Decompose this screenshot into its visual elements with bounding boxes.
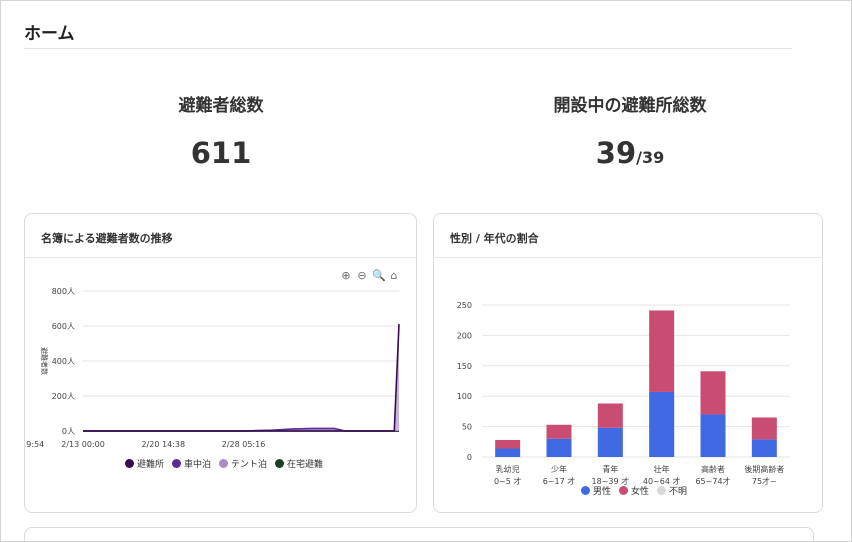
x-tick-label: 乳幼児: [496, 464, 520, 474]
evacuee-total-label: 避難者総数: [178, 96, 264, 116]
bar-女性: [700, 371, 726, 415]
shelter-open-count: 39: [595, 136, 637, 170]
x-tick-label: 高齢者: [701, 464, 725, 474]
x-tick-label: 少年: [551, 464, 567, 474]
gender-age-chart: 050100150200250乳幼児0~5 才少年6~17 才青年18~39 才…: [457, 301, 790, 486]
app-frame: ホーム 避難者総数 611 開設中の避難所総数 39/39 名簿による避難者数の…: [0, 0, 852, 542]
x-tick-label: 2/20 14:38: [141, 440, 185, 449]
x-tick-label: 3/7 19:54: [25, 440, 44, 449]
legend-label: 在宅避難: [287, 460, 324, 470]
gender-age-legend: 男性 女性 不明: [581, 484, 687, 497]
shelter-total-value: 39/39: [465, 136, 795, 170]
legend-item[interactable]: 不明: [657, 484, 687, 497]
gender-age-title: 性別 / 年代の割合: [434, 214, 822, 258]
bar-女性: [546, 424, 572, 439]
y-tick-label: 200: [457, 331, 472, 340]
x-tick-label: 0~5 才: [494, 476, 521, 486]
y-tick-label: 200人: [52, 392, 75, 401]
x-tick-label: 2/13 00:00: [61, 440, 105, 449]
legend-dot: [657, 486, 667, 495]
bar-女性: [495, 439, 521, 449]
x-tick-label: 青年: [602, 464, 618, 474]
y-tick-label: 0人: [62, 427, 75, 436]
y-tick-label: 250: [457, 301, 472, 310]
legend-label: テント泊: [231, 460, 268, 470]
shelter-total-label: 開設中の避難所総数: [553, 96, 707, 116]
evacuee-total-stat: 避難者総数 611: [56, 91, 386, 170]
x-tick-label: 75才~: [752, 476, 777, 486]
y-tick-label: 800人: [52, 287, 75, 296]
legend-item[interactable]: 避難所: [125, 457, 164, 470]
bar-女性: [751, 417, 777, 440]
legend-label: 避難所: [137, 460, 165, 470]
shelter-total-stat: 開設中の避難所総数 39/39: [465, 91, 795, 170]
legend-dot: [619, 486, 629, 495]
x-tick-label: 2/28 05:16: [222, 440, 266, 449]
legend-item[interactable]: 車中泊: [172, 457, 211, 470]
legend-dot: [275, 459, 285, 468]
legend-item[interactable]: 男性: [581, 484, 611, 497]
y-tick-label: 50: [462, 423, 472, 432]
y-tick-label: 600人: [52, 322, 75, 331]
legend-label: 女性: [631, 487, 650, 497]
bar-男性: [751, 439, 777, 457]
x-tick-label: 後期高齢者: [744, 464, 784, 474]
y-tick-label: 0: [467, 453, 472, 462]
legend-dot: [125, 459, 134, 468]
next-card: [24, 527, 814, 541]
legend-item[interactable]: テント泊: [219, 457, 267, 470]
bar-男性: [546, 438, 572, 457]
evacuee-trend-chart: 0人 200人 400人 600人 800人避難者数 2/13 00:00 2/20 14:…: [25, 287, 400, 449]
bar-男性: [597, 427, 623, 457]
page-title: ホーム: [24, 24, 75, 44]
bar-女性: [649, 310, 675, 392]
legend-label: 不明: [669, 487, 688, 497]
evacuee-trend-legend: 避難所 車中泊 テント泊 在宅避難: [125, 457, 323, 470]
legend-item[interactable]: 在宅避難: [275, 457, 323, 470]
bar-女性: [597, 403, 623, 428]
y-tick-label: 100: [457, 392, 472, 401]
legend-label: 男性: [593, 487, 612, 497]
legend-dot: [172, 459, 182, 468]
legend-label: 車中泊: [184, 460, 212, 470]
title-divider: [24, 48, 792, 49]
gender-age-card: 性別 / 年代の割合 0 50 100 150 200 250 乳幼児 0~5 才 少年 6~17…: [433, 213, 823, 513]
evacuee-total-value: 611: [190, 136, 252, 170]
y-tick-label: 400人: [52, 357, 75, 366]
x-tick-label: 6~17 才: [543, 476, 576, 486]
x-tick-label: 65~74才: [695, 476, 730, 486]
legend-item[interactable]: 女性: [619, 484, 649, 497]
x-tick-label: 壮年: [654, 464, 670, 474]
evacuee-trend-title: 名簿による避難者数の推移: [25, 214, 416, 258]
evacuee-trend-card: 名簿による避難者数の推移 ⊕ ⊖ 🔍 ⌂ 0人 200人 400人 600人 800人 避難者数…: [24, 213, 417, 513]
y-axis-label: 避難者数: [40, 347, 49, 375]
shelter-total-count: /39: [636, 148, 665, 167]
series-area-避難所: [83, 324, 399, 431]
legend-dot: [219, 459, 229, 468]
y-tick-label: 150: [457, 362, 472, 371]
bar-男性: [495, 448, 521, 457]
bar-男性: [700, 414, 726, 457]
series-line-避難所: [83, 324, 400, 432]
bar-男性: [649, 391, 675, 457]
legend-dot: [581, 486, 590, 495]
